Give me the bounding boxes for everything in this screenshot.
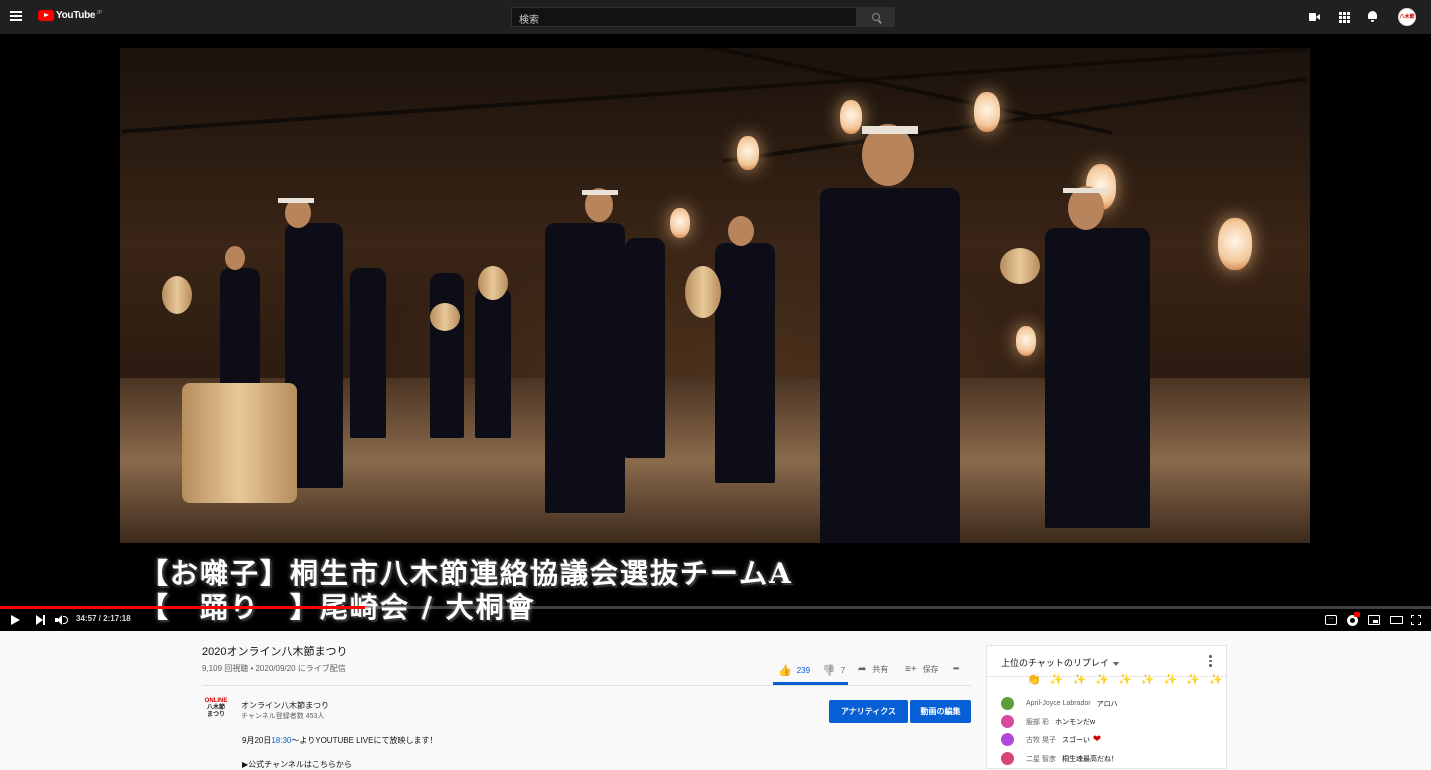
dislike-button[interactable]: 👎 7	[822, 664, 845, 677]
like-button[interactable]: 👍 239	[778, 664, 810, 677]
captions-icon[interactable]: ···	[1325, 615, 1337, 625]
chat-message: April-Joyce Labrador アロハ	[1001, 697, 1118, 710]
youtube-logo[interactable]: YouTube JP	[38, 10, 102, 21]
play-icon[interactable]	[11, 615, 20, 625]
chat-author[interactable]: April-Joyce Labrador	[1026, 700, 1091, 707]
chat-author[interactable]: 服部 彩	[1026, 717, 1049, 727]
live-chat-replay: 上位のチャットのリプレイ 👏 ✨ ✨ ✨ ✨ ✨ ✨ ✨ ✨ ✨ April-J…	[986, 645, 1227, 769]
video-views-date: 9,109 回視聴 • 2020/09/20 にライブ配信	[202, 664, 346, 673]
divider	[202, 685, 971, 686]
notifications-bell-icon[interactable]	[1367, 11, 1378, 22]
thumbs-down-icon: 👎	[822, 665, 836, 677]
account-avatar[interactable]: 八木節	[1398, 8, 1416, 26]
chat-author[interactable]: 古牧 晃子	[1026, 735, 1056, 745]
hd-badge-icon	[1354, 612, 1360, 617]
thumbs-up-icon: 👍	[778, 665, 792, 677]
save-playlist-icon: ≡+	[905, 664, 917, 675]
share-label: 共有	[872, 665, 889, 674]
apps-grid-icon[interactable]	[1339, 12, 1350, 23]
dropdown-caret-icon	[1112, 661, 1119, 666]
chat-avatar	[1001, 733, 1014, 746]
chat-avatar	[1001, 697, 1014, 710]
next-icon[interactable]	[36, 615, 46, 625]
chat-text: アロハ	[1096, 700, 1118, 708]
chat-menu-icon[interactable]	[1209, 655, 1212, 667]
channel-name[interactable]: オンライン八木節まつり	[241, 700, 329, 711]
analytics-button[interactable]: アナリティクス	[829, 700, 908, 723]
video-player[interactable]: 【お囃子】桐生市八木節連絡協議会選抜チームA 【 踊り 】尾崎会 / 大桐會 3…	[0, 34, 1431, 631]
time-link[interactable]: 18:30	[271, 736, 291, 745]
logo-region: JP	[96, 10, 103, 16]
logo-text: YouTube	[56, 10, 96, 21]
chat-emoji-message: 👏 ✨ ✨ ✨ ✨ ✨ ✨ ✨ ✨ ✨	[1027, 674, 1227, 686]
search-input[interactable]: 検索	[511, 7, 857, 27]
share-button[interactable]: ➦ 共有	[858, 664, 888, 675]
youtube-play-icon	[38, 10, 54, 21]
player-controls: 34:57 / 2:17:18 ···	[0, 609, 1431, 631]
description-line2: ▶公式チャンネルはこちらから	[242, 760, 352, 769]
share-icon: ➦	[858, 664, 867, 675]
video-frame	[120, 48, 1310, 543]
chat-text: ホンモンだw	[1054, 718, 1096, 726]
description-line1: 9月20日18:30〜よりYOUTUBE LIVEにて放映します！	[242, 736, 438, 745]
chat-avatar	[1001, 715, 1014, 728]
theater-mode-icon[interactable]	[1390, 616, 1403, 624]
create-video-icon[interactable]	[1309, 12, 1320, 22]
chat-author[interactable]: 二星 智彦	[1026, 754, 1056, 764]
dislike-count: 7	[840, 666, 846, 675]
like-count: 239	[796, 666, 811, 675]
fullscreen-icon[interactable]	[1411, 615, 1421, 625]
search-icon	[872, 13, 880, 21]
chat-text: 桐生魂最高だね！	[1061, 755, 1118, 763]
chat-message: 古牧 晃子 スゴーい ❤	[1001, 733, 1101, 746]
menu-icon[interactable]	[10, 11, 22, 21]
more-actions-button[interactable]: •••	[953, 664, 959, 673]
time-display: 34:57 / 2:17:18	[76, 614, 131, 623]
chat-text: スゴーい	[1061, 736, 1090, 744]
chat-message: 二星 智彦 桐生魂最高だね！	[1001, 752, 1118, 765]
volume-icon[interactable]	[55, 615, 69, 625]
save-label: 保存	[922, 665, 939, 674]
save-button[interactable]: ≡+ 保存	[905, 664, 939, 675]
miniplayer-icon[interactable]	[1368, 615, 1380, 625]
heart-icon: ❤	[1089, 734, 1102, 745]
edit-video-button[interactable]: 動画の編集	[910, 700, 971, 723]
top-bar: YouTube JP 検索 八木節	[0, 0, 1431, 34]
chat-avatar	[1001, 752, 1014, 765]
chat-message: 服部 彩 ホンモンだw	[1001, 715, 1095, 728]
chat-mode-dropdown[interactable]: 上位のチャットのリプレイ	[1001, 656, 1119, 669]
channel-logo[interactable]: ONLINE 八木節 まつり	[203, 698, 229, 722]
channel-subscribers: チャンネル登録者数 453人	[241, 713, 325, 720]
search-button[interactable]	[857, 7, 895, 27]
video-title: 2020オンライン八木節まつり	[202, 646, 348, 658]
